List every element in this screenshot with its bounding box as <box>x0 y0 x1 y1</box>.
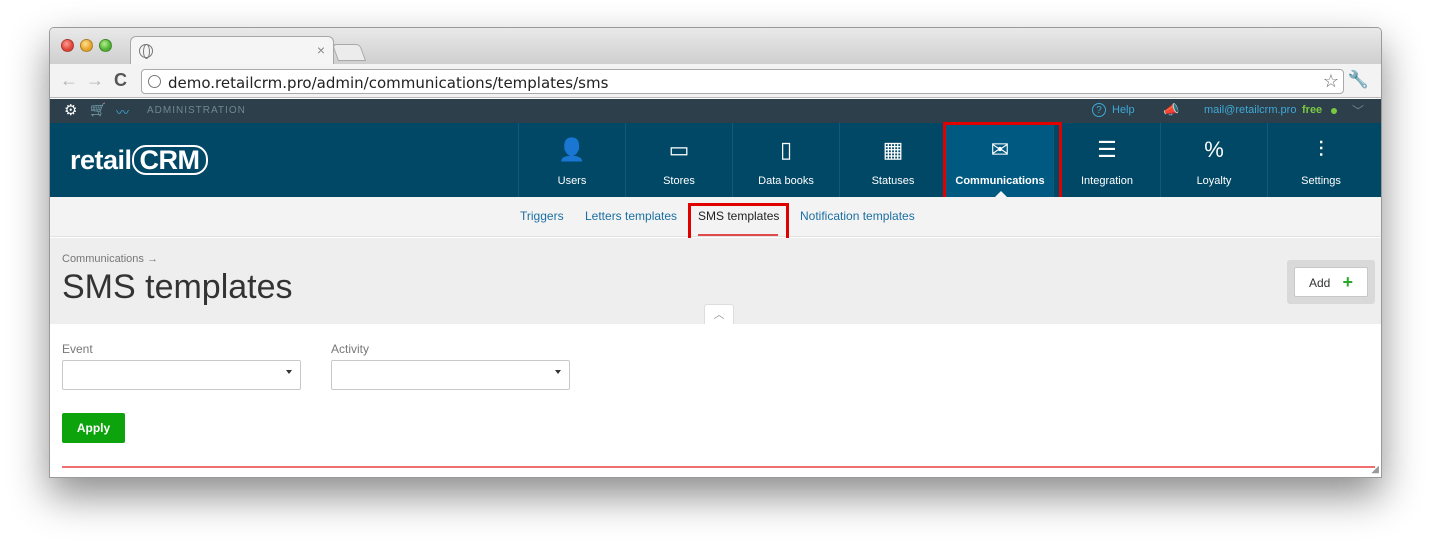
divider-line <box>62 466 1375 468</box>
page-title: SMS templates <box>62 268 293 306</box>
close-window-button[interactable] <box>61 39 74 52</box>
add-button[interactable]: Add + <box>1294 267 1368 297</box>
subnav-letters-templates[interactable]: Letters templates <box>585 209 677 223</box>
browser-window: × ← → C demo.retailcrm.pro/admin/communi… <box>49 27 1382 478</box>
nav-label: Users <box>557 175 587 187</box>
reload-icon[interactable]: C <box>114 70 127 91</box>
event-label: Event <box>62 342 93 356</box>
logo-crm-text: CRM <box>131 145 208 175</box>
administration-label: ADMINISTRATION <box>147 105 246 116</box>
integration-icon: ☰ <box>1097 137 1117 162</box>
megaphone-icon[interactable]: 📣 <box>1163 102 1179 118</box>
browser-titlebar: × <box>50 28 1381 64</box>
url-input[interactable]: demo.retailcrm.pro/admin/communications/… <box>141 69 1344 94</box>
highlight-sms-templates <box>688 203 789 242</box>
gear-icon[interactable]: ⚙ <box>64 101 77 119</box>
logo-text: retail <box>70 145 132 175</box>
bookmark-star-icon[interactable]: ☆ <box>1323 71 1339 92</box>
chevron-down-icon[interactable]: ﹀ <box>1352 102 1364 119</box>
help-link[interactable]: Help <box>1112 104 1135 116</box>
settings-sliders-icon: ⫶ <box>1318 137 1324 162</box>
event-select[interactable] <box>62 360 301 390</box>
subnav-triggers[interactable]: Triggers <box>520 209 564 223</box>
subnav-notification-templates[interactable]: Notification templates <box>800 209 915 223</box>
nav-label: Settings <box>1301 175 1341 187</box>
nav-item-data-books[interactable]: ▯ Data books <box>732 123 839 197</box>
nav-item-settings[interactable]: ⫶ Settings <box>1267 123 1374 197</box>
nav-item-users[interactable]: 👤 Users <box>518 123 625 197</box>
statuses-icon: ▦ <box>882 137 904 162</box>
loyalty-icon: % <box>1204 137 1224 162</box>
retailcrm-logo[interactable]: retail CRM <box>70 145 208 176</box>
caret-down-icon <box>555 370 561 374</box>
new-tab-button[interactable] <box>331 44 367 61</box>
nav-item-stores[interactable]: ▭ Stores <box>625 123 732 197</box>
user-email-link[interactable]: mail@retailcrm.pro <box>1204 104 1296 116</box>
nav-label: Integration <box>1081 175 1133 187</box>
highlight-communications <box>943 122 1062 200</box>
address-bar: ← → C demo.retailcrm.pro/admin/communica… <box>50 64 1381 98</box>
activity-select[interactable] <box>331 360 570 390</box>
nav-item-integration[interactable]: ☰ Integration <box>1053 123 1160 197</box>
breadcrumb[interactable]: Communications → <box>62 253 158 265</box>
forward-arrow-icon[interactable]: → <box>86 70 104 91</box>
book-icon: ▯ <box>779 137 793 162</box>
minimize-window-button[interactable] <box>80 39 93 52</box>
chart-icon[interactable]: 〰 <box>116 102 129 121</box>
help-icon[interactable]: ? <box>1092 103 1106 117</box>
collapse-filter-toggle[interactable]: ︿ <box>704 304 734 324</box>
add-button-label: Add <box>1309 276 1331 290</box>
url-text: demo.retailcrm.pro/admin/communications/… <box>168 74 609 92</box>
back-arrow-icon[interactable]: ← <box>60 70 78 91</box>
nav-item-statuses[interactable]: ▦ Statuses <box>839 123 946 197</box>
online-status-dot <box>1331 108 1337 114</box>
nav-item-loyalty[interactable]: % Loyalty <box>1160 123 1267 197</box>
tab-close-icon[interactable]: × <box>317 42 325 58</box>
browser-tab[interactable]: × <box>130 36 334 64</box>
nav-label: Data books <box>758 175 814 187</box>
apply-button[interactable]: Apply <box>62 413 125 443</box>
plus-icon: + <box>1342 272 1353 292</box>
activity-label: Activity <box>331 342 370 356</box>
nav-label: Stores <box>663 175 695 187</box>
wrench-icon[interactable]: 🔧 <box>1348 70 1369 90</box>
nav-label: Statuses <box>871 175 915 187</box>
nav-label: Loyalty <box>1196 175 1232 187</box>
plan-badge: free <box>1302 104 1323 116</box>
maximize-window-button[interactable] <box>99 39 112 52</box>
user-icon: 👤 <box>558 137 586 162</box>
globe-icon <box>148 75 161 88</box>
admin-strip: ⚙ 🛒 〰 ADMINISTRATION ? Help 📣 mail@retai… <box>50 99 1381 123</box>
resize-grip-icon[interactable]: ◢ <box>1371 464 1379 475</box>
caret-down-icon <box>286 370 292 374</box>
main-header: retail CRM 👤 Users ▭ Stores ▯ Data books … <box>50 123 1381 197</box>
store-icon: ▭ <box>668 137 690 162</box>
cart-icon[interactable]: 🛒 <box>90 102 106 118</box>
globe-icon <box>139 44 153 59</box>
add-button-wrapper: Add + <box>1287 260 1375 304</box>
